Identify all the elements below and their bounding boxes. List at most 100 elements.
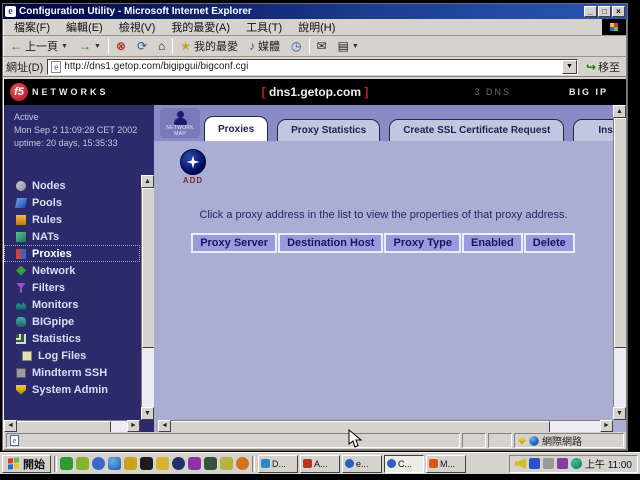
title-bar[interactable]: e Configuration Utility - Microsoft Inte…: [3, 4, 627, 19]
column-proxy-server[interactable]: Proxy Server: [191, 233, 277, 253]
log-files-icon: [22, 351, 32, 361]
sidebar-scroll-up-icon[interactable]: ▲: [141, 175, 154, 188]
main-scroll-down-icon[interactable]: ▼: [613, 407, 626, 420]
stop-button[interactable]: ⊗: [112, 39, 130, 53]
quick-launch-icon[interactable]: [108, 457, 121, 470]
history-button[interactable]: ◷: [287, 39, 305, 53]
task-app-icon: [429, 459, 438, 468]
menu-file[interactable]: 檔案(F): [7, 18, 57, 36]
back-button[interactable]: ← 上一頁 ▼: [6, 37, 72, 55]
close-button[interactable]: ×: [612, 6, 625, 17]
sidebar-item-filters[interactable]: Filters: [4, 279, 140, 296]
sidebar-item-mindterm-ssh[interactable]: Mindterm SSH: [4, 364, 140, 381]
forward-dropdown-icon[interactable]: ▼: [94, 43, 101, 50]
main-frame: NETWORK MAP Proxies Proxy Statistics Cre…: [154, 105, 626, 432]
sidebar-item-pools[interactable]: Pools: [4, 194, 140, 211]
sidebar-item-statistics[interactable]: Statistics: [4, 330, 140, 347]
tab-proxy-statistics[interactable]: Proxy Statistics: [277, 119, 380, 141]
address-dropdown-icon[interactable]: ▼: [562, 60, 577, 74]
filters-icon: [16, 283, 26, 293]
quick-launch-icon[interactable]: [220, 457, 233, 470]
status-message-pane: e: [6, 433, 460, 448]
sidebar-item-nodes[interactable]: Nodes: [4, 177, 140, 194]
main-vertical-scrollbar[interactable]: [613, 105, 626, 420]
address-bar: 網址(D) e ▼ ↪ 移至: [3, 57, 627, 77]
task-button[interactable]: e...: [342, 455, 382, 473]
column-enabled[interactable]: Enabled: [462, 233, 523, 253]
task-button[interactable]: D...: [258, 455, 298, 473]
sidebar-hscroll-thumb[interactable]: [16, 421, 111, 432]
menu-edit[interactable]: 編輯(E): [59, 18, 110, 36]
sidebar-item-nats[interactable]: NATs: [4, 228, 140, 245]
start-button[interactable]: 開始: [2, 455, 51, 473]
main-scroll-thumb[interactable]: [614, 118, 626, 348]
quick-launch-icon[interactable]: [204, 457, 217, 470]
sidebar-item-proxies[interactable]: Proxies: [4, 245, 140, 262]
sidebar-vertical-scrollbar[interactable]: [141, 175, 154, 420]
sidebar-scroll-left-icon[interactable]: ◄: [4, 420, 17, 432]
add-proxy-button[interactable]: ADD: [168, 149, 218, 185]
status-pane: [488, 433, 512, 448]
sidebar-nav: Nodes Pools Rules NATs Proxies Network F…: [4, 177, 140, 398]
quick-launch-icon[interactable]: [92, 457, 105, 470]
task-button[interactable]: A...: [300, 455, 340, 473]
network-map-button[interactable]: NETWORK MAP: [160, 108, 200, 138]
sidebar-item-rules[interactable]: Rules: [4, 211, 140, 228]
go-button[interactable]: ↪ 移至: [582, 59, 624, 75]
print-button[interactable]: ▤▼: [334, 39, 363, 53]
nav-bigip-link[interactable]: BIG IP: [569, 87, 608, 97]
sidebar-item-system-admin[interactable]: System Admin: [4, 381, 140, 398]
column-delete[interactable]: Delete: [524, 233, 575, 253]
tray-icon[interactable]: [571, 458, 582, 469]
menu-tools[interactable]: 工具(T): [239, 18, 289, 36]
sidebar-item-log-files[interactable]: Log Files: [4, 347, 140, 364]
menu-favorites[interactable]: 我的最愛(A): [164, 18, 237, 36]
forward-button[interactable]: → ▼: [75, 39, 105, 53]
input-method-icon[interactable]: [529, 458, 540, 469]
column-destination-host[interactable]: Destination Host: [278, 233, 383, 253]
favorites-button[interactable]: ★ 我的最愛: [176, 37, 242, 55]
volume-icon[interactable]: [515, 458, 526, 469]
sidebar-item-monitors[interactable]: Monitors: [4, 296, 140, 313]
tray-icon[interactable]: [557, 458, 568, 469]
quick-launch-icon[interactable]: [236, 457, 249, 470]
menu-help[interactable]: 說明(H): [291, 18, 342, 36]
quick-launch-icon[interactable]: [124, 457, 137, 470]
minimize-button[interactable]: _: [584, 6, 597, 17]
sidebar-scroll-down-icon[interactable]: ▼: [141, 407, 154, 420]
back-dropdown-icon[interactable]: ▼: [61, 43, 68, 50]
tab-create-ssl-certificate-request[interactable]: Create SSL Certificate Request: [389, 119, 564, 141]
quick-launch-icon[interactable]: [60, 457, 73, 470]
main-scroll-left-icon[interactable]: ◄: [158, 420, 171, 432]
tab-proxies[interactable]: Proxies: [204, 116, 268, 141]
main-scroll-right-icon[interactable]: ►: [600, 420, 613, 432]
media-button[interactable]: ♪ 媒體: [245, 37, 284, 55]
nav-3dns-link[interactable]: 3 DNS: [474, 87, 511, 97]
quick-launch-icon[interactable]: [156, 457, 169, 470]
forward-arrow-icon: →: [79, 40, 91, 52]
sidebar-horizontal-scrollbar[interactable]: [4, 420, 140, 432]
quick-launch-icon[interactable]: [76, 457, 89, 470]
taskbar-clock[interactable]: 上午 11:00: [585, 456, 632, 471]
tray-icon[interactable]: [543, 458, 554, 469]
main-horizontal-scrollbar[interactable]: [158, 420, 613, 432]
home-button[interactable]: ⌂: [154, 39, 169, 53]
document-icon: e: [10, 435, 19, 446]
sidebar-scroll-right-icon[interactable]: ►: [127, 420, 140, 432]
address-input[interactable]: [64, 60, 562, 74]
main-scroll-up-icon[interactable]: ▲: [613, 105, 626, 118]
maximize-button[interactable]: □: [598, 6, 611, 17]
quick-launch-icon[interactable]: [140, 457, 153, 470]
sidebar-item-network[interactable]: Network: [4, 262, 140, 279]
sidebar-item-bigpipe[interactable]: BIGpipe: [4, 313, 140, 330]
column-proxy-type[interactable]: Proxy Type: [384, 233, 461, 253]
toolbar: ← 上一頁 ▼ → ▼ ⊗ ⟳ ⌂ ★ 我的最愛 ♪ 媒體 ◷ ✉: [3, 36, 627, 57]
refresh-button[interactable]: ⟳: [133, 39, 151, 53]
task-button[interactable]: M...: [426, 455, 466, 473]
menu-view[interactable]: 檢視(V): [112, 18, 163, 36]
quick-launch-icon[interactable]: [188, 457, 201, 470]
quick-launch-icon[interactable]: [172, 457, 185, 470]
mail-button[interactable]: ✉: [313, 39, 331, 53]
sidebar-scroll-thumb[interactable]: [142, 188, 154, 348]
task-button-active[interactable]: C...: [384, 455, 424, 473]
